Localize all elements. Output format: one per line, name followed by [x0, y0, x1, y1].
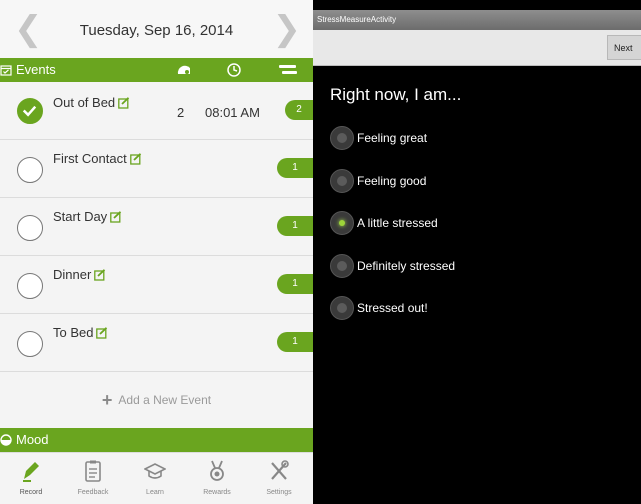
- next-day-arrow-icon[interactable]: ❯: [273, 12, 302, 46]
- pencil-icon: [23, 462, 39, 482]
- tab-record[interactable]: Record: [0, 453, 62, 504]
- tab-label: Feedback: [77, 489, 109, 496]
- radio-button-selected[interactable]: [330, 211, 354, 235]
- radio-button[interactable]: [330, 169, 354, 193]
- stress-option-stressed-out[interactable]: Stressed out!: [330, 296, 428, 320]
- tools-icon: [271, 460, 289, 480]
- add-event-button[interactable]: + Add a New Event: [0, 372, 313, 428]
- event-count: 2: [177, 105, 185, 120]
- activity-title: StressMeasureActivity: [317, 15, 397, 24]
- top-toolbar: Next: [313, 30, 641, 66]
- event-time: 08:01 AM: [205, 105, 260, 120]
- tab-label: Learn: [146, 489, 164, 496]
- add-event-label: Add a New Event: [118, 393, 212, 407]
- plus-icon: +: [101, 389, 113, 410]
- activity-title-bar: StressMeasureActivity: [313, 10, 641, 30]
- checkmark-icon: [22, 105, 37, 117]
- next-button[interactable]: Next: [607, 35, 641, 60]
- stress-option-feeling-great[interactable]: Feeling great: [330, 126, 427, 150]
- event-name: Out of Bed: [53, 95, 116, 110]
- bottom-tab-bar: Record Feedback Learn Rewards Settings: [0, 452, 313, 504]
- menu-icon[interactable]: [278, 62, 298, 78]
- stress-measure-screen: StressMeasureActivity Next Right now, I …: [313, 0, 641, 504]
- edit-icon[interactable]: [94, 268, 106, 281]
- calendar-icon: [0, 64, 12, 76]
- event-badge: 2: [285, 100, 313, 120]
- edit-icon[interactable]: [110, 210, 122, 223]
- tab-label: Rewards: [203, 489, 231, 496]
- event-name: To Bed: [53, 325, 94, 340]
- event-check-circle[interactable]: [17, 98, 43, 124]
- mood-header-label: Mood: [16, 432, 49, 447]
- events-header: Events: [0, 58, 313, 82]
- edit-icon[interactable]: [118, 96, 130, 109]
- sort-icon[interactable]: [176, 62, 192, 78]
- event-badge: 1: [277, 274, 313, 294]
- clock-icon[interactable]: [226, 62, 242, 78]
- edit-icon[interactable]: [96, 326, 108, 339]
- tab-feedback[interactable]: Feedback: [62, 453, 124, 504]
- mood-header[interactable]: Mood: [0, 428, 313, 452]
- medal-icon: [210, 460, 224, 481]
- tab-learn[interactable]: Learn: [124, 453, 186, 504]
- edit-icon[interactable]: [129, 152, 142, 165]
- event-name: Start Day: [53, 209, 108, 224]
- event-check-circle[interactable]: [17, 331, 43, 357]
- date-navigator: ❮ Tuesday, Sep 16, 2014 ❯: [0, 0, 313, 60]
- event-badge: 1: [277, 216, 313, 236]
- event-row-to-bed[interactable]: To Bed 1: [0, 314, 313, 372]
- event-badge: 1: [277, 332, 313, 352]
- stress-option-a-little-stressed[interactable]: A little stressed: [330, 211, 438, 235]
- stress-option-feeling-good[interactable]: Feeling good: [330, 169, 426, 193]
- mood-face-icon: [0, 433, 12, 446]
- option-label: Definitely stressed: [357, 259, 456, 273]
- tracker-screen: ❮ Tuesday, Sep 16, 2014 ❯ Events Out of …: [0, 0, 313, 504]
- tab-label: Settings: [266, 489, 292, 496]
- event-badge: 1: [277, 158, 313, 178]
- tab-label: Record: [19, 489, 43, 496]
- option-label: Feeling good: [357, 174, 427, 188]
- radio-button[interactable]: [330, 126, 354, 150]
- radio-button[interactable]: [330, 254, 354, 278]
- event-row-first-contact[interactable]: First Contact 1: [0, 140, 313, 198]
- option-label: Feeling great: [357, 131, 428, 145]
- tab-rewards[interactable]: Rewards: [186, 453, 248, 504]
- clipboard-icon: [85, 460, 101, 482]
- radio-button[interactable]: [330, 296, 354, 320]
- event-name: Dinner: [53, 267, 92, 282]
- stress-option-definitely-stressed[interactable]: Definitely stressed: [330, 254, 455, 278]
- option-label: Stressed out!: [357, 301, 428, 315]
- event-name: First Contact: [53, 151, 127, 166]
- option-label: A little stressed: [357, 216, 438, 230]
- event-row-start-day[interactable]: Start Day 1: [0, 198, 313, 256]
- event-row-out-of-bed[interactable]: Out of Bed 2 08:01 AM 2: [0, 82, 313, 140]
- stress-question: Right now, I am...: [330, 85, 462, 104]
- event-row-dinner[interactable]: Dinner 1: [0, 256, 313, 314]
- event-check-circle[interactable]: [17, 273, 43, 299]
- tab-settings[interactable]: Settings: [248, 453, 310, 504]
- current-date: Tuesday, Sep 16, 2014: [79, 22, 234, 39]
- event-check-circle[interactable]: [17, 215, 43, 241]
- graduation-cap-icon: [144, 463, 166, 479]
- event-check-circle[interactable]: [17, 157, 43, 183]
- events-header-label: Events: [16, 62, 56, 77]
